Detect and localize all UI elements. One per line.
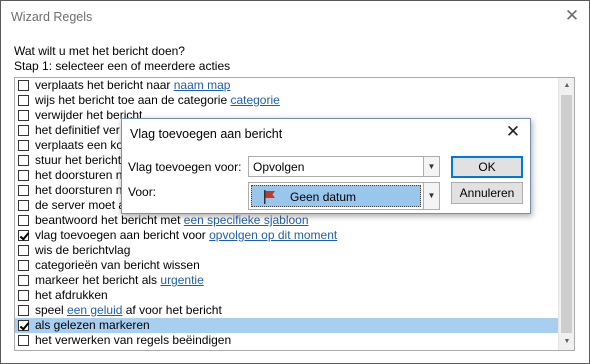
scroll-up-icon[interactable]: ▲: [559, 78, 574, 94]
action-row[interactable]: het verwerken van regels beëindigen: [15, 333, 559, 348]
dialog-close-icon[interactable]: ✕: [504, 122, 522, 142]
action-checkbox[interactable]: [18, 335, 29, 346]
action-row[interactable]: wijs het bericht toe aan de categorie ca…: [15, 93, 559, 108]
action-link[interactable]: categorie: [230, 93, 279, 107]
action-checkbox[interactable]: [18, 185, 29, 196]
action-label: wijs het bericht toe aan de categorie ca…: [35, 93, 280, 108]
action-label: het definitief ver: [35, 123, 120, 138]
action-text: markeer het bericht als: [35, 273, 161, 287]
action-link[interactable]: opvolgen op dit moment: [209, 228, 337, 242]
action-label: beantwoord het bericht met een specifiek…: [35, 213, 309, 228]
action-text: wis de berichtvlag: [35, 243, 131, 257]
action-label: stuur het bericht: [35, 153, 121, 168]
action-text: stuur het bericht: [35, 153, 122, 167]
action-text: de server moet a: [35, 198, 126, 212]
action-label: het afdrukken: [35, 288, 108, 303]
due-dropdown[interactable]: Geen datum ▼: [248, 182, 440, 210]
action-label: wis de berichtvlag: [35, 243, 130, 258]
flag-for-label: Vlag toevoegen voor:: [128, 160, 242, 174]
action-link[interactable]: een geluid: [67, 303, 122, 317]
action-checkbox[interactable]: [18, 155, 29, 166]
action-text: vlag toevoegen aan bericht voor: [35, 228, 210, 242]
action-label: vlag toevoegen aan bericht voor opvolgen…: [35, 228, 337, 243]
action-row[interactable]: markeer het bericht als urgentie: [15, 273, 559, 288]
chevron-down-icon[interactable]: ▼: [423, 183, 439, 209]
action-row[interactable]: speel een geluid af voor het bericht: [15, 303, 559, 318]
add-flag-dialog: Vlag toevoegen aan bericht ✕ Vlag toevoe…: [121, 118, 531, 214]
action-label: de server moet a: [35, 198, 125, 213]
action-checkbox[interactable]: [18, 125, 29, 136]
action-label: het doorsturen n: [35, 168, 122, 183]
action-row[interactable]: verplaats het bericht naar naam map: [15, 78, 559, 93]
action-label: als gelezen markeren: [35, 318, 150, 333]
chevron-down-icon[interactable]: ▼: [423, 157, 439, 176]
action-checkbox[interactable]: [18, 170, 29, 181]
due-selection: Geen datum: [251, 185, 421, 207]
vertical-scrollbar[interactable]: ▲ ▼: [558, 78, 574, 350]
action-link[interactable]: een specifieke sjabloon: [184, 213, 309, 227]
action-label: speel een geluid af voor het bericht: [35, 303, 222, 318]
flag-for-value: Opvolgen: [253, 160, 305, 174]
action-checkbox[interactable]: [18, 320, 29, 331]
due-value: Geen datum: [290, 190, 357, 204]
step-label: Stap 1: selecteer een of meerdere acties: [14, 59, 231, 73]
action-text: het doorsturen n: [35, 183, 123, 197]
action-label: verplaats een ko: [35, 138, 123, 153]
action-label: het verwerken van regels beëindigen: [35, 333, 231, 348]
question-label: Wat wilt u met het bericht doen?: [14, 44, 185, 58]
dialog-title: Vlag toevoegen aan bericht: [130, 127, 283, 141]
action-text: speel: [35, 303, 68, 317]
action-label: markeer het bericht als urgentie: [35, 273, 204, 288]
action-text: als gelezen markeren: [35, 318, 150, 332]
action-row[interactable]: als gelezen markeren: [15, 318, 559, 333]
window-close-icon[interactable]: ✕: [563, 7, 581, 25]
action-checkbox[interactable]: [18, 80, 29, 91]
action-checkbox[interactable]: [18, 260, 29, 271]
scroll-thumb[interactable]: [561, 95, 572, 333]
action-checkbox[interactable]: [18, 200, 29, 211]
action-checkbox[interactable]: [18, 215, 29, 226]
action-row[interactable]: beantwoord het bericht met een specifiek…: [15, 213, 559, 228]
window-title: Wizard Regels: [11, 10, 93, 24]
title-bar: Wizard Regels ✕: [1, 1, 589, 33]
action-text: het afdrukken: [35, 288, 108, 302]
action-link[interactable]: naam map: [174, 78, 231, 92]
action-text: verplaats een ko: [35, 138, 124, 152]
action-label: het doorsturen n: [35, 183, 122, 198]
action-text: verplaats het bericht naar: [35, 78, 174, 92]
action-text: beantwoord het bericht met: [35, 213, 184, 227]
action-label: verplaats het bericht naar naam map: [35, 78, 230, 93]
action-text: het doorsturen n: [35, 168, 123, 182]
action-row[interactable]: vlag toevoegen aan bericht voor opvolgen…: [15, 228, 559, 243]
action-checkbox[interactable]: [18, 245, 29, 256]
action-row[interactable]: het afdrukken: [15, 288, 559, 303]
action-link[interactable]: urgentie: [160, 273, 203, 287]
action-text: het verwerken van regels beëindigen: [35, 333, 232, 347]
action-label: categorieën van bericht wissen: [35, 258, 200, 273]
action-checkbox[interactable]: [18, 275, 29, 286]
scroll-down-icon[interactable]: ▼: [559, 334, 574, 350]
action-row[interactable]: categorieën van bericht wissen: [15, 258, 559, 273]
action-checkbox[interactable]: [18, 110, 29, 121]
flag-icon: [264, 190, 275, 204]
cancel-button[interactable]: Annuleren: [451, 182, 523, 204]
action-text: wijs het bericht toe aan de categorie: [35, 93, 231, 107]
action-row[interactable]: wis de berichtvlag: [15, 243, 559, 258]
ok-button[interactable]: OK: [451, 156, 523, 178]
due-label: Voor:: [128, 185, 157, 199]
flag-for-dropdown[interactable]: Opvolgen ▼: [248, 156, 440, 177]
action-checkbox[interactable]: [18, 95, 29, 106]
action-text: categorieën van bericht wissen: [35, 258, 200, 272]
action-text: het definitief ver: [35, 123, 120, 137]
action-checkbox[interactable]: [18, 305, 29, 316]
action-checkbox[interactable]: [18, 290, 29, 301]
action-checkbox[interactable]: [18, 230, 29, 241]
action-text-after: af voor het bericht: [122, 303, 222, 317]
action-checkbox[interactable]: [18, 140, 29, 151]
